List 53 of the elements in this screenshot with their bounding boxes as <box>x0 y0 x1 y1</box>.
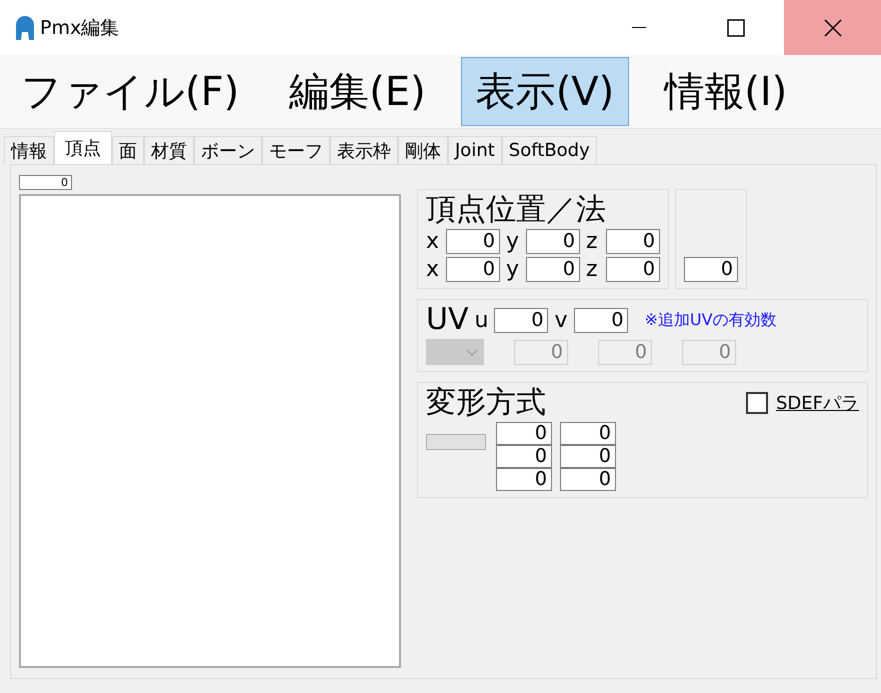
tab[interactable]: Joint <box>448 136 502 164</box>
input-field[interactable]: 0 <box>606 257 660 282</box>
tab[interactable]: ボーン <box>194 136 262 164</box>
weight-field[interactable]: 0 <box>560 445 616 468</box>
weight-field[interactable]: 0 <box>496 445 552 468</box>
field-label: z <box>586 229 599 254</box>
input-field[interactable]: 0 <box>684 257 738 282</box>
weight-field[interactable]: 0 <box>560 468 616 491</box>
menu-item[interactable]: 編集(E) <box>274 57 441 126</box>
input-field[interactable]: 0 <box>606 229 660 254</box>
minimize-icon <box>632 26 646 28</box>
weight-field[interactable]: 0 <box>496 422 552 445</box>
field-label: u <box>474 308 488 332</box>
small-button[interactable] <box>426 434 486 450</box>
input-field[interactable]: 0 <box>494 308 548 332</box>
input-field[interactable]: 0 <box>526 257 580 282</box>
note-text: ※追加UVの有効数 <box>644 310 777 330</box>
group-title: UV <box>426 304 468 336</box>
tab[interactable]: SoftBody <box>502 136 597 164</box>
field-label: v <box>554 308 568 332</box>
menu-item[interactable]: ファイル(F) <box>6 57 254 126</box>
menu-item[interactable]: 情報(I) <box>649 57 802 126</box>
close-icon <box>824 18 842 36</box>
input-field[interactable]: 0 <box>526 229 580 254</box>
group-title: 頂点位置／法 <box>426 194 607 226</box>
weight-field[interactable]: 0 <box>496 468 552 491</box>
dropdown[interactable] <box>426 339 484 365</box>
input-field[interactable]: 0 <box>446 257 500 282</box>
vertex-list[interactable] <box>19 194 401 668</box>
window-title: Pmx編集 <box>40 16 120 40</box>
field-label: y <box>506 257 520 282</box>
group-title: 変形方式 <box>426 387 546 419</box>
field-label: x <box>426 257 440 282</box>
weight-field[interactable]: 0 <box>560 422 616 445</box>
checkbox[interactable] <box>746 392 768 414</box>
app-icon <box>14 14 36 40</box>
tab[interactable]: モーフ <box>262 136 330 164</box>
menu-item[interactable]: 表示(V) <box>460 57 630 126</box>
maximize-icon <box>726 18 744 36</box>
tab[interactable]: 材質 <box>144 136 194 164</box>
chevron-down-icon <box>466 348 478 356</box>
field-label: x <box>426 229 440 254</box>
tab[interactable]: 剛体 <box>398 136 448 164</box>
tab[interactable]: 面 <box>112 136 144 164</box>
index-field[interactable]: 0 <box>19 175 72 190</box>
input-field[interactable]: 0 <box>574 308 628 332</box>
input-field[interactable]: 0 <box>446 229 500 254</box>
tab[interactable]: 頂点 <box>54 131 112 164</box>
field-label: y <box>506 229 520 254</box>
tab[interactable]: 情報 <box>4 136 54 164</box>
field-label: z <box>586 257 599 282</box>
tab[interactable]: 表示枠 <box>330 136 398 164</box>
checkbox-label[interactable]: SDEFパラ <box>776 391 859 415</box>
